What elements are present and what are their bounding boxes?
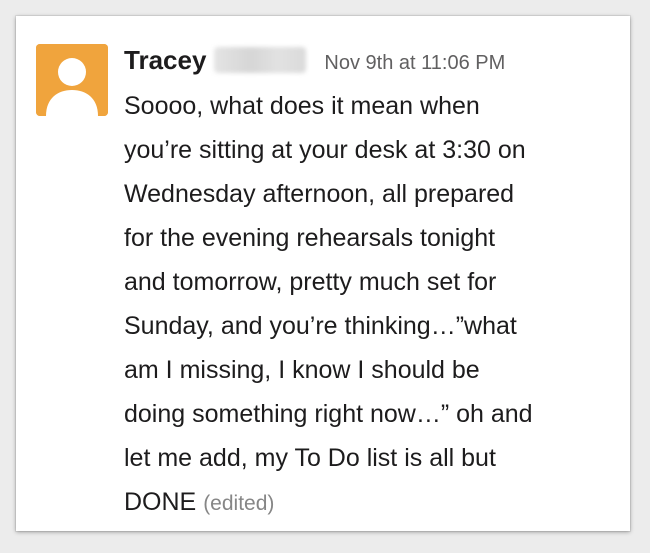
message-line: for the evening rehearsals tonight — [124, 224, 496, 252]
redacted-surname — [214, 47, 307, 73]
message-line: and tomorrow, pretty much set for — [124, 268, 497, 296]
message-line: DONE — [124, 488, 197, 516]
message-line: am I missing, I know I should be — [124, 356, 480, 384]
author-name[interactable]: Tracey — [124, 40, 206, 80]
message-line: doing something right now…” oh and — [124, 400, 533, 428]
user-silhouette-icon — [36, 44, 108, 116]
message-card: Tracey Nov 9th at 11:06 PM Soooo, what d… — [16, 16, 630, 531]
message-line: let me add, my To Do list is all but — [124, 444, 496, 472]
message-timestamp[interactable]: Nov 9th at 11:06 PM — [324, 43, 505, 83]
message-line: Sunday, and you’re thinking…”what — [124, 312, 517, 340]
message-line: Soooo, what does it mean when — [124, 92, 480, 120]
message-header: Tracey Nov 9th at 11:06 PM — [124, 40, 505, 80]
message-body: Soooo, what does it mean when you’re sit… — [124, 84, 622, 524]
avatar[interactable] — [36, 44, 108, 116]
message-line: you’re sitting at your desk at 3:30 on — [124, 136, 526, 164]
edited-label: (edited) — [203, 492, 275, 515]
message-line: Wednesday afternoon, all prepared — [124, 180, 515, 208]
message-last-line: DONE (edited) — [124, 480, 622, 524]
